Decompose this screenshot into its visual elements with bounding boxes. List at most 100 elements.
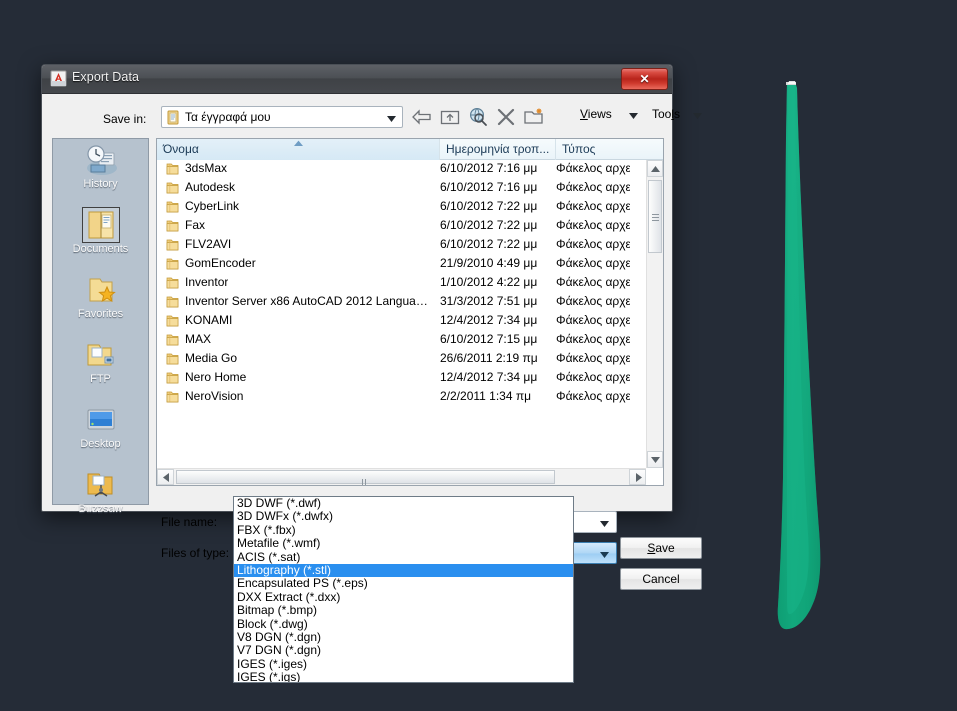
sort-ascending-icon [294, 140, 303, 146]
table-row[interactable]: Inventor Server x86 AutoCAD 2012 Languag… [157, 293, 630, 312]
file-type-cell: Φάκελος αρχείω [556, 294, 630, 308]
chevron-up-icon [651, 166, 660, 172]
folder-icon [166, 182, 179, 194]
file-name-cell: 3dsMax [185, 161, 228, 175]
dropdown-option[interactable]: Encapsulated PS (*.eps) [234, 576, 573, 590]
place-label: Buzzsaw [78, 503, 123, 515]
up-one-level-button[interactable] [438, 105, 462, 129]
file-date-cell: 2/2/2011 1:34 πμ [440, 389, 532, 403]
place-label: FTP [90, 373, 111, 385]
table-row[interactable]: GomEncoder 21/9/2010 4:49 μμ Φάκελος αρχεί… [157, 255, 630, 274]
folder-icon [166, 258, 179, 270]
documents-folder-icon [167, 110, 179, 125]
chevron-down-icon [651, 457, 660, 463]
search-globe-icon [469, 107, 487, 126]
table-row[interactable]: Media Go 26/6/2011 2:19 πμ Φάκελος αρχείω [157, 350, 630, 369]
table-row[interactable]: NeroVision 2/2/2011 1:34 πμ Φάκελος αρχείω [157, 388, 630, 407]
back-button[interactable] [410, 105, 434, 129]
place-item-history[interactable]: History [53, 143, 148, 204]
table-row[interactable]: Nero Home 12/4/2012 7:34 μμ Φάκελος αρχείω [157, 369, 630, 388]
column-header-date-modified[interactable]: Ημερομηνία τροπ... [440, 139, 556, 160]
dropdown-option[interactable]: 3D DWFx (*.dwfx) [234, 509, 573, 523]
file-name-cell: Fax [185, 218, 206, 232]
tools-menu-button[interactable]: ToolsTools [652, 107, 680, 121]
chevron-down-icon[interactable] [600, 552, 609, 558]
chevron-right-icon [636, 473, 642, 482]
dialog-title-bar[interactable]: Export Data ✕ [42, 65, 672, 94]
dropdown-option[interactable]: Metafile (*.wmf) [234, 536, 573, 550]
table-row[interactable]: KONAMI 12/4/2012 7:34 μμ Φάκελος αρχείω [157, 312, 630, 331]
save-in-combobox[interactable]: Τα έγγραφά μου [161, 106, 403, 128]
table-row[interactable]: FLV2AVI 6/10/2012 7:22 μμ Φάκελος αρχείω [157, 236, 630, 255]
search-web-button[interactable] [466, 105, 490, 129]
scroll-up-button[interactable] [647, 160, 663, 177]
file-type-cell: Φάκελος αρχείω [556, 389, 630, 403]
dropdown-option[interactable]: V7 DGN (*.dgn) [234, 643, 573, 657]
views-chevron-down-icon[interactable] [629, 113, 638, 119]
place-item-documents[interactable]: Documents [53, 207, 148, 269]
file-list-vertical-scrollbar[interactable] [646, 160, 663, 468]
scroll-left-button[interactable] [157, 469, 174, 485]
table-row[interactable]: Autodesk 6/10/2012 7:16 μμ Φάκελος αρχείω [157, 179, 630, 198]
autocad-icon [50, 70, 67, 87]
files-of-type-dropdown-list[interactable]: 3D DWF (*.dwf) 3D DWFx (*.dwfx) FBX (*.fbx… [233, 496, 574, 683]
file-type-cell: Φάκελος αρχείω [556, 332, 630, 346]
file-type-cell: Φάκελος αρχείω [556, 351, 630, 365]
folder-icon [166, 220, 179, 232]
chevron-down-icon[interactable] [387, 116, 396, 122]
place-item-ftp[interactable]: FTP [53, 338, 148, 399]
scroll-right-button[interactable] [629, 469, 646, 485]
place-item-buzzsaw[interactable]: Buzzsaw [53, 468, 148, 529]
scroll-down-button[interactable] [647, 451, 663, 468]
dropdown-option[interactable]: IGES (*.igs) [234, 670, 573, 682]
screen: Export Data ✕ Save in: Τα έγγραφά μου Vi… [0, 0, 957, 711]
close-icon: ✕ [639, 72, 650, 86]
table-row[interactable]: 3dsMax 6/10/2012 7:16 μμ Φάκελος αρχείω [157, 160, 630, 179]
place-item-desktop[interactable]: Desktop [53, 403, 148, 464]
dropdown-option[interactable]: ACIS (*.sat) [234, 550, 573, 564]
save-button[interactable]: Save [620, 537, 702, 559]
file-name-cell: Nero Home [185, 370, 247, 384]
file-date-cell: 6/10/2012 7:22 μμ [440, 237, 538, 251]
dropdown-option[interactable]: Block (*.dwg) [234, 617, 573, 631]
dropdown-option[interactable]: Lithography (*.stl) [234, 563, 573, 578]
place-item-favorites[interactable]: Favorites [53, 273, 148, 334]
file-name-cell: Inventor Server x86 AutoCAD 2012 Languag… [185, 294, 430, 308]
dropdown-option[interactable]: Bitmap (*.bmp) [234, 603, 573, 617]
close-button[interactable]: ✕ [621, 68, 668, 90]
file-list-horizontal-scrollbar[interactable] [157, 468, 646, 485]
file-list[interactable]: Όνομα Ημερομηνία τροπ... Τύπος 3dsMax 6/1… [156, 138, 664, 486]
file-type-cell: Φάκελος αρχείω [556, 370, 630, 384]
folder-icon [166, 163, 179, 175]
dropdown-option[interactable]: IGES (*.iges) [234, 657, 573, 671]
column-header-type[interactable]: Τύπος [556, 139, 663, 160]
views-menu-button[interactable]: VViewsiews [580, 107, 612, 121]
dropdown-option[interactable]: V8 DGN (*.dgn) [234, 630, 573, 644]
buzzsaw-icon [87, 473, 112, 497]
dropdown-option[interactable]: DXX Extract (*.dxx) [234, 590, 573, 604]
tools-chevron-down-icon[interactable] [693, 113, 702, 119]
file-type-cell: Φάκελος αρχείω [556, 237, 630, 251]
table-row[interactable]: Fax 6/10/2012 7:22 μμ Φάκελος αρχείω [157, 217, 630, 236]
horizontal-scrollbar-thumb[interactable] [176, 470, 555, 485]
table-row[interactable]: Inventor 1/10/2012 4:22 μμ Φάκελος αρχείω [157, 274, 630, 293]
new-folder-icon [524, 108, 543, 124]
delete-button[interactable] [494, 105, 518, 129]
file-date-cell: 26/6/2011 2:19 πμ [440, 351, 538, 365]
table-row[interactable]: CyberLink 6/10/2012 7:22 μμ Φάκελος αρχείω [157, 198, 630, 217]
folder-icon [166, 353, 179, 365]
file-type-cell: Φάκελος αρχείω [556, 161, 630, 175]
dropdown-option[interactable]: 3D DWF (*.dwf) [234, 497, 573, 510]
chevron-down-icon[interactable] [600, 521, 609, 527]
new-folder-button[interactable] [522, 105, 546, 129]
column-header-name[interactable]: Όνομα [157, 139, 440, 160]
save-accel: S [647, 541, 656, 555]
file-date-cell: 6/10/2012 7:16 μμ [440, 180, 538, 194]
dropdown-option[interactable]: FBX (*.fbx) [234, 523, 573, 537]
documents-icon [81, 207, 120, 243]
file-type-cell: Φάκελος αρχείω [556, 256, 630, 270]
table-row[interactable]: MAX 6/10/2012 7:15 μμ Φάκελος αρχείω [157, 331, 630, 350]
vertical-scrollbar-thumb[interactable] [648, 180, 662, 253]
column-header-label: Τύπος [562, 142, 596, 156]
cancel-button[interactable]: Cancel [620, 568, 702, 590]
